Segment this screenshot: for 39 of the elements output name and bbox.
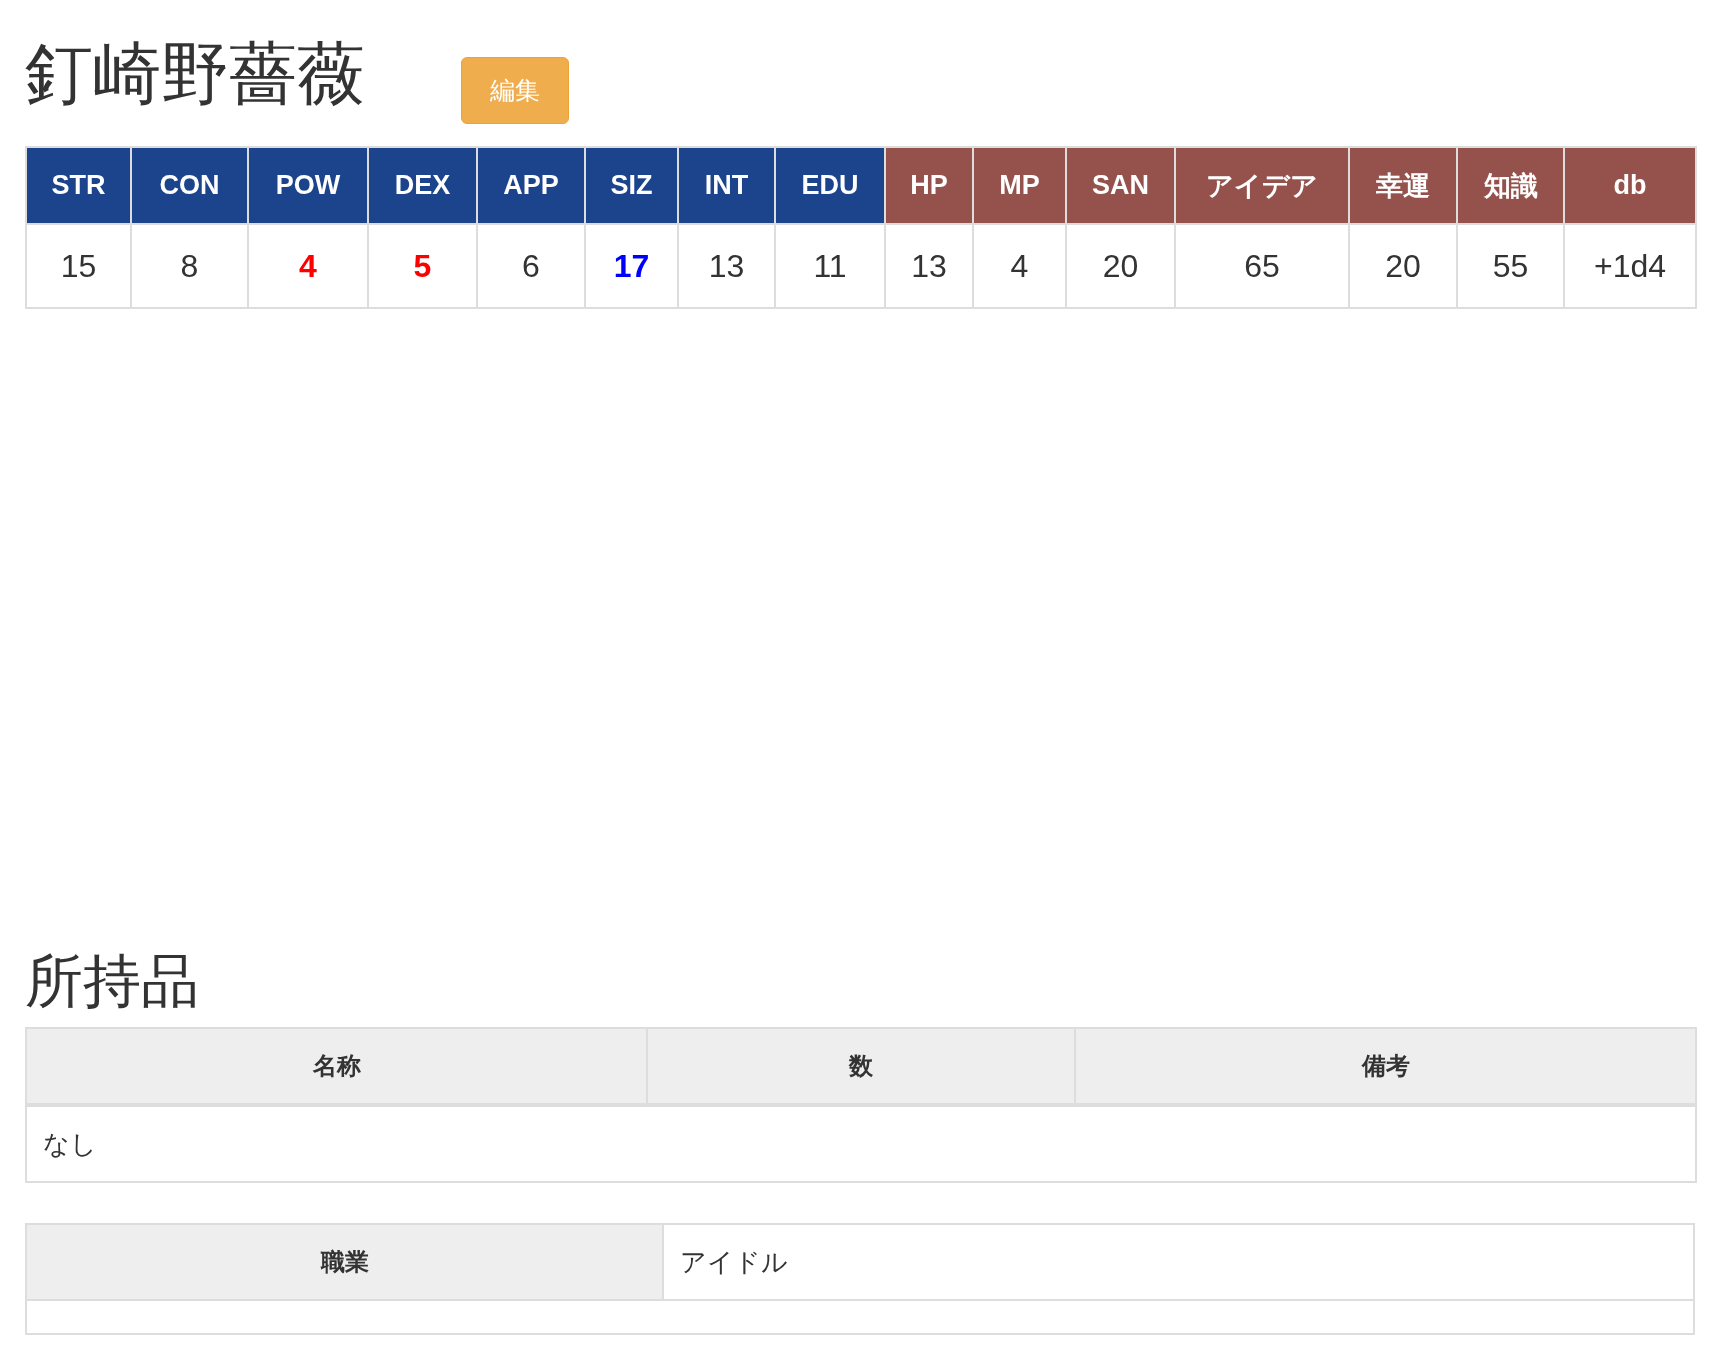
stat-header: MP bbox=[973, 147, 1066, 224]
column-header: 数 bbox=[647, 1028, 1075, 1105]
stat-value: 4 bbox=[248, 224, 368, 308]
table-cell: アイドル bbox=[663, 1224, 1694, 1300]
column-header: 名称 bbox=[26, 1028, 647, 1105]
stat-value: 65 bbox=[1175, 224, 1349, 308]
stat-header: 知識 bbox=[1457, 147, 1564, 224]
stat-value: 6 bbox=[477, 224, 585, 308]
stat-value: 4 bbox=[973, 224, 1066, 308]
edit-button[interactable]: 編集 bbox=[461, 57, 569, 124]
row-header: 職業 bbox=[26, 1224, 663, 1300]
stat-header: SAN bbox=[1066, 147, 1175, 224]
table-cell: なし bbox=[26, 1105, 1696, 1182]
stat-value: 13 bbox=[678, 224, 775, 308]
stat-value: 13 bbox=[885, 224, 973, 308]
stat-header: EDU bbox=[775, 147, 885, 224]
stat-header: db bbox=[1564, 147, 1696, 224]
stat-header: アイデア bbox=[1175, 147, 1349, 224]
stat-value: 5 bbox=[368, 224, 477, 308]
column-header: 備考 bbox=[1075, 1028, 1696, 1105]
stat-value: 20 bbox=[1349, 224, 1457, 308]
stat-header: INT bbox=[678, 147, 775, 224]
stat-value: 11 bbox=[775, 224, 885, 308]
stat-header: STR bbox=[26, 147, 131, 224]
section-title: 所持品 bbox=[25, 946, 200, 1017]
stat-header: SIZ bbox=[585, 147, 678, 224]
stat-value: 17 bbox=[585, 224, 678, 308]
stat-value: 8 bbox=[131, 224, 248, 308]
stat-header: POW bbox=[248, 147, 368, 224]
stat-header: DEX bbox=[368, 147, 477, 224]
stat-header: CON bbox=[131, 147, 248, 224]
character-name: 釘崎野薔薇 bbox=[25, 33, 365, 115]
stat-value: +1d4 bbox=[1564, 224, 1696, 308]
stat-value: 20 bbox=[1066, 224, 1175, 308]
stat-header: 幸運 bbox=[1349, 147, 1457, 224]
stat-value: 55 bbox=[1457, 224, 1564, 308]
stat-header: APP bbox=[477, 147, 585, 224]
stat-header: HP bbox=[885, 147, 973, 224]
stat-value: 15 bbox=[26, 224, 131, 308]
